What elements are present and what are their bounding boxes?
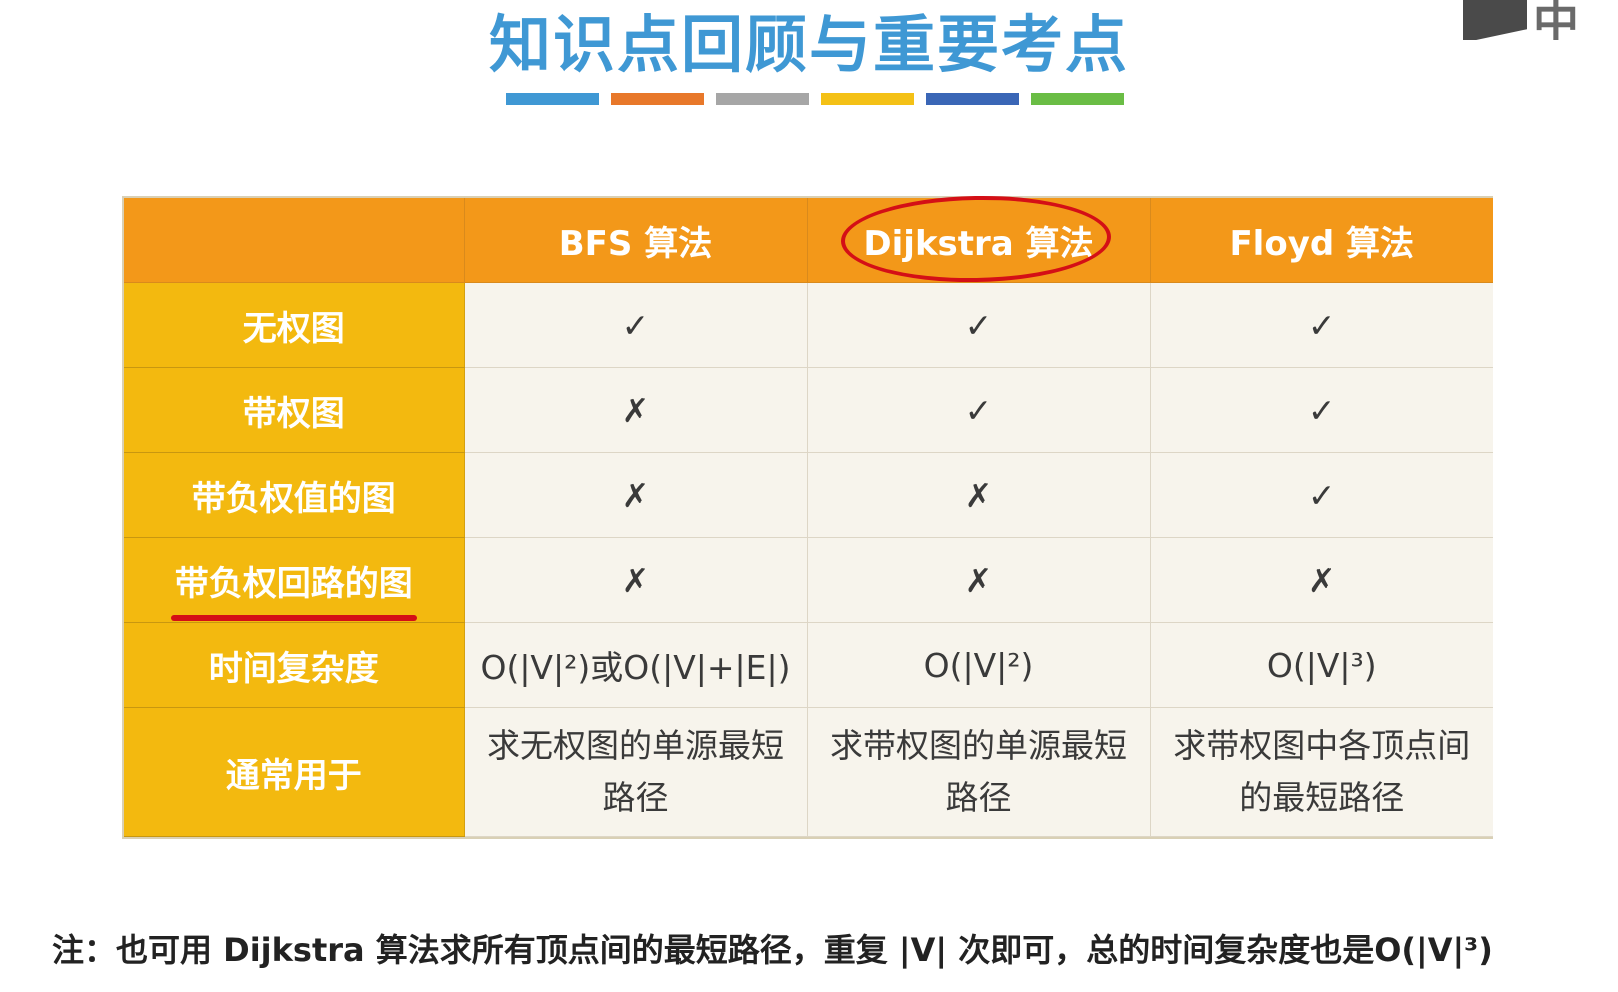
complexity-cell: O(|V|²) [807, 622, 1151, 708]
check-icon: ✓ [807, 367, 1151, 453]
cross-icon: ✗ [464, 537, 808, 623]
watermark-logo: 中国 [1453, 0, 1618, 40]
red-circle-annotation [839, 193, 1112, 285]
usage-cell: 求无权图的单源最短路径 [464, 707, 808, 837]
color-segment [506, 93, 599, 105]
check-icon: ✓ [807, 282, 1151, 368]
color-strip [506, 93, 1124, 105]
complexity-cell: O(|V|²)或O(|V|+|E|) [464, 622, 808, 708]
red-underline-annotation [170, 614, 417, 621]
cross-icon: ✗ [464, 367, 808, 453]
footnote: 注：也可用 Dijkstra 算法求所有顶点间的最短路径，重复 |V| 次即可，… [52, 931, 1493, 969]
header-floyd: Floyd 算法 [1150, 198, 1493, 283]
check-icon: ✓ [1150, 452, 1493, 538]
color-segment [716, 93, 809, 105]
table-row: 带负权回路的图 ✗ ✗ ✗ [124, 537, 1493, 623]
row-label: 时间复杂度 [124, 622, 465, 708]
check-icon: ✓ [1150, 367, 1493, 453]
complexity-cell: O(|V|³) [1150, 622, 1493, 708]
cross-icon: ✗ [1150, 537, 1493, 623]
row-label: 无权图 [124, 282, 465, 368]
table-row: 带权图 ✗ ✓ ✓ [124, 367, 1493, 453]
underlined-label: 带负权回路的图 [170, 556, 417, 621]
color-segment [821, 93, 914, 105]
check-icon: ✓ [1150, 282, 1493, 368]
comparison-table: BFS 算法 Dijkstra 算法 Floyd 算法 无权图 ✓ ✓ ✓ 带权… [122, 193, 1493, 839]
check-icon: ✓ [464, 282, 808, 368]
usage-text: 求带权图的单源最短路径 [830, 726, 1127, 817]
row-label: 带权图 [124, 367, 465, 453]
logo-text: 中国 [1533, 0, 1581, 40]
page-title: 知识点回顾与重要考点 [488, 8, 1129, 81]
cross-icon: ✗ [807, 452, 1151, 538]
row-label: 带负权回路的图 [174, 563, 413, 604]
row-label: 通常用于 [124, 707, 465, 837]
color-segment [926, 93, 1019, 105]
usage-text: 求带权图中各顶点间的最短路径 [1173, 726, 1471, 817]
color-segment [611, 93, 704, 105]
color-segment [1031, 93, 1124, 105]
row-label-underlined: 带负权回路的图 [124, 537, 465, 623]
logo-cube-icon [1463, 0, 1527, 40]
table-row: 通常用于 求无权图的单源最短路径 求带权图的单源最短路径 求带权图中各顶点间的最… [124, 707, 1493, 837]
table-row: 时间复杂度 O(|V|²)或O(|V|+|E|) O(|V|²) O(|V|³) [124, 622, 1493, 708]
usage-cell: 求带权图中各顶点间的最短路径 [1150, 707, 1493, 837]
cross-icon: ✗ [807, 537, 1151, 623]
table-row: 无权图 ✓ ✓ ✓ [124, 282, 1493, 368]
row-label: 带负权值的图 [124, 452, 465, 538]
header-corner [124, 198, 465, 283]
header-bfs: BFS 算法 [464, 198, 808, 283]
usage-cell: 求带权图的单源最短路径 [807, 707, 1151, 837]
usage-text: 求无权图的单源最短路径 [487, 726, 784, 817]
cross-icon: ✗ [464, 452, 808, 538]
header-dijkstra: Dijkstra 算法 [807, 193, 1151, 285]
table-row: 带负权值的图 ✗ ✗ ✓ [124, 452, 1493, 538]
